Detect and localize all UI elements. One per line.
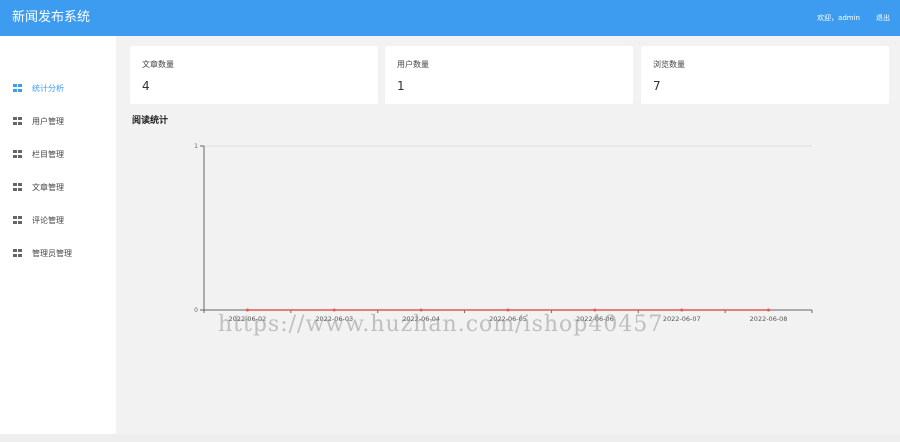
top-bar: 新闻发布系统 欢迎，admin 退出: [0, 0, 900, 36]
sidebar-item-label: 用户管理: [32, 116, 64, 126]
stat-label: 浏览数量: [653, 60, 685, 69]
data-point: [245, 308, 249, 312]
grid-icon: [13, 150, 22, 158]
stat-label: 用户数量: [397, 60, 429, 69]
grid-icon: [13, 183, 22, 191]
sidebar-item-columns[interactable]: 栏目管理: [0, 142, 116, 166]
x-tick-label: 2022-06-07: [663, 315, 701, 323]
sidebar-item-articles[interactable]: 文章管理: [0, 175, 116, 199]
data-point: [506, 308, 510, 312]
welcome-text: 欢迎，admin: [817, 14, 860, 22]
grid-icon: [13, 84, 22, 92]
sidebar-item-admins[interactable]: 管理员管理: [0, 241, 116, 265]
app-title: 新闻发布系统: [12, 10, 91, 25]
x-tick-label: 2022-06-08: [750, 315, 788, 323]
sidebar-item-label: 评论管理: [32, 215, 64, 225]
x-tick-label: 2022-06-06: [576, 315, 614, 323]
stat-value: 7: [653, 79, 661, 93]
logout-link[interactable]: 退出: [876, 12, 890, 24]
sidebar-item-statistics[interactable]: 统计分析: [0, 76, 116, 100]
x-tick-label: 2022-06-03: [315, 315, 353, 323]
footer-strip: [0, 434, 900, 442]
sidebar-item-users[interactable]: 用户管理: [0, 109, 116, 133]
stat-label: 文章数量: [142, 60, 174, 69]
grid-icon: [13, 249, 22, 257]
x-tick-label: 2022-06-05: [489, 315, 527, 323]
stat-card-views: 浏览数量 7: [641, 46, 889, 104]
sidebar-item-label: 统计分析: [32, 83, 64, 93]
data-point: [332, 308, 336, 312]
reading-chart: 0 1 2022-06-02 2022-06-03 2022-06-04 2022-06-…: [194, 143, 813, 323]
y-tick-label: 1: [194, 143, 198, 150]
sidebar-item-label: 文章管理: [32, 182, 64, 192]
stat-card-articles: 文章数量 4: [130, 46, 378, 104]
y-tick-label: 0: [194, 307, 198, 314]
data-point: [680, 308, 684, 312]
sidebar-item-label: 管理员管理: [32, 248, 72, 258]
grid-icon: [13, 216, 22, 224]
stat-value: 4: [142, 79, 150, 93]
grid-icon: [13, 117, 22, 125]
data-point: [767, 308, 771, 312]
sidebar: 统计分析 用户管理 栏目管理 文章管理 评论管理 管理员管理: [0, 36, 116, 434]
sidebar-item-comments[interactable]: 评论管理: [0, 208, 116, 232]
section-title: 阅读统计: [132, 116, 169, 126]
x-tick-label: 2022-06-04: [402, 315, 440, 323]
x-tick-label: 2022-06-02: [229, 315, 267, 323]
data-point: [593, 308, 597, 312]
stat-value: 1: [397, 79, 405, 93]
sidebar-item-label: 栏目管理: [32, 149, 64, 159]
data-point: [419, 308, 423, 312]
stat-card-users: 用户数量 1: [385, 46, 633, 104]
